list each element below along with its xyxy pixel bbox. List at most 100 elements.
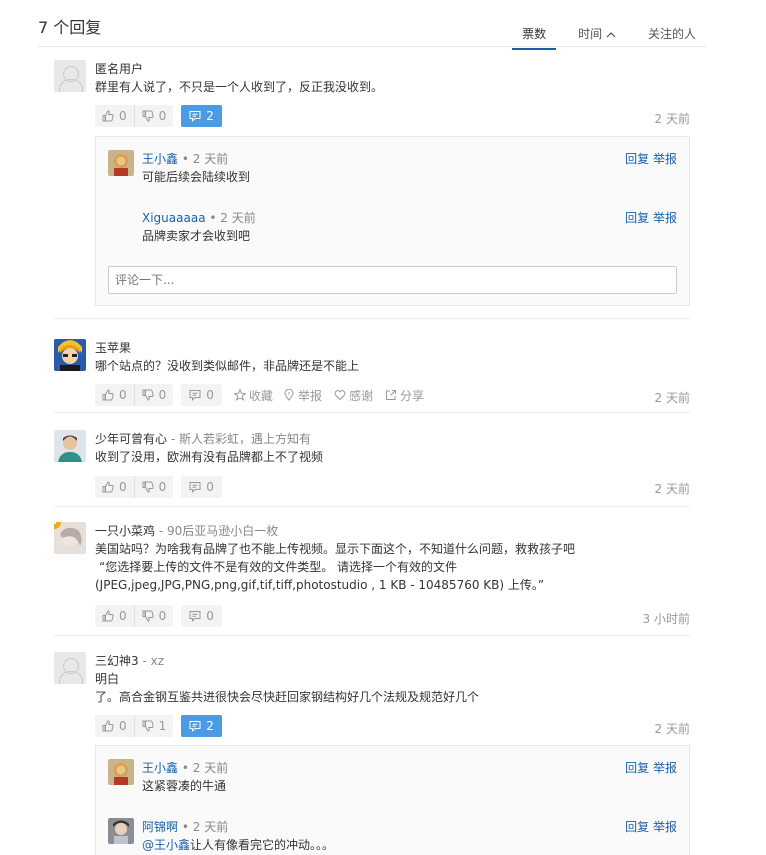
user-title: - 90后亚马逊小白一枚 [158,524,279,538]
comment-text: @王小鑫让人有像看完它的冲动。。。 [142,838,335,852]
upvote-button[interactable]: 0 [95,476,134,498]
answer-content: 群里有人说了，不只是一个人收到了，反正我没收到。 [95,80,384,94]
comment-text: 品牌卖家才会收到吧 [142,229,251,243]
comments-button[interactable]: 0 [181,605,222,627]
report-link[interactable]: 举报 [653,211,677,225]
comment-user-name[interactable]: 阿锦啊 [142,820,178,834]
answer-item: 三幻神3 - xz 明白 了。高合金钢互鉴共进很快会尽快赶回家钢结构好几个法规及… [54,652,690,855]
avatar[interactable] [108,150,134,176]
answer-item: 少年可曾有心 - 斯人若彩虹，遇上方知有 收到了没用，欧洲有没有品牌都上不了视频… [54,430,690,507]
answer-actions: 0 0 0 [95,605,222,627]
downvote-button[interactable]: 0 [133,105,174,127]
comment-icon [189,389,201,401]
upvote-button[interactable]: 0 [95,384,134,406]
user-name[interactable]: 玉苹果 [95,341,131,355]
comment-input[interactable] [108,266,677,294]
sort-tabs: 票数 时间 关注的人 [500,25,706,50]
downvote-button[interactable]: 0 [133,384,174,406]
answer-time: 2 天前 [654,112,690,126]
avatar[interactable] [108,759,134,785]
thanks-button[interactable]: 感谢 [334,387,373,404]
avatar[interactable] [54,430,86,462]
avatar[interactable] [54,652,86,684]
reply-link[interactable]: 回复 [625,820,649,834]
vote-group: 0 0 [95,476,174,498]
chevron-up-icon [606,27,616,41]
answers-header: 7 个回复 票数 时间 关注的人 [38,14,706,50]
downvote-button[interactable]: 0 [133,605,174,627]
comments-box: 王小鑫 • 2 天前 可能后续会陆续收到 回复 举报 Xiguaaaaa • 2… [95,136,690,306]
favorite-button[interactable]: 收藏 [234,387,273,404]
tab-time[interactable]: 时间 [568,25,626,50]
comment-user-name[interactable]: Xiguaaaaa [142,211,206,225]
reply-link[interactable]: 回复 [625,761,649,775]
vote-group: 0 0 [95,384,174,406]
answer-time: 2 天前 [654,722,690,736]
answer-content: 哪个站点的？没收到类似邮件，非品牌还是不能上 [95,359,360,373]
reply-link[interactable]: 回复 [625,152,649,166]
user-name[interactable]: 匿名用户 [95,62,143,76]
vote-group: 0 0 [95,605,174,627]
upvote-button[interactable]: 0 [95,605,134,627]
thumbs-up-icon [102,720,114,732]
comment-text: 这紧蓉凑的牛通 [142,779,227,793]
answer-time: 3 小时前 [642,612,690,626]
answer-actions: 0 1 2 [95,715,222,737]
reply-link[interactable]: 回复 [625,211,649,225]
comment-icon [189,720,201,732]
comment-icon [189,110,201,122]
comments-button[interactable]: 0 [181,384,222,406]
report-link[interactable]: 举报 [653,820,677,834]
downvote-button[interactable]: 1 [133,715,174,737]
avatar[interactable] [54,339,86,371]
comment-user-name[interactable]: 王小鑫 [142,152,178,166]
vote-group: 0 0 [95,105,174,127]
answer-time: 2 天前 [654,391,690,405]
user-title: - 斯人若彩虹，遇上方知有 [170,432,312,446]
answer-item: 玉苹果 哪个站点的？没收到类似邮件，非品牌还是不能上 0 0 0 收藏 举报 感… [54,339,690,413]
avatar[interactable]: V [54,522,86,554]
star-icon [234,389,246,401]
tab-following[interactable]: 关注的人 [638,25,706,50]
thumbs-up-icon [102,481,114,493]
tab-votes[interactable]: 票数 [512,25,557,50]
comments-button[interactable]: 0 [181,476,222,498]
downvote-button[interactable]: 0 [133,476,174,498]
comment-text: 可能后续会陆续收到 [142,170,251,184]
comment-item: 王小鑫 • 2 天前 这紧蓉凑的牛通 回复 举报 [108,759,677,799]
comment-user-name[interactable]: 王小鑫 [142,761,178,775]
comment-item: Xiguaaaaa • 2 天前 品牌卖家才会收到吧 回复 举报 [142,211,677,243]
report-icon [283,389,295,401]
report-button[interactable]: 举报 [283,387,322,404]
thumbs-down-icon [142,481,154,493]
comment-item: 阿锦啊 • 2 天前 @王小鑫让人有像看完它的冲动。。。 回复 举报 [108,818,677,855]
avatar[interactable] [108,818,134,844]
comments-button[interactable]: 2 [181,105,222,127]
vote-group: 0 1 [95,715,174,737]
heart-icon [334,389,346,401]
report-link[interactable]: 举报 [653,152,677,166]
share-button[interactable]: 分享 [385,387,424,404]
upvote-button[interactable]: 0 [95,715,134,737]
avatar[interactable] [54,60,86,92]
mention-link[interactable]: @王小鑫 [142,838,190,852]
comments-button[interactable]: 2 [181,715,222,737]
user-name[interactable]: 三幻神3 [95,654,139,668]
report-link[interactable]: 举报 [653,761,677,775]
answer-actions: 0 0 0 收藏 举报 感谢 分享 [95,384,424,406]
thumbs-down-icon [142,110,154,122]
comment-item: 王小鑫 • 2 天前 可能后续会陆续收到 回复 举报 [108,150,677,190]
answer-actions: 0 0 2 [95,105,222,127]
answer-count: 7 个回复 [38,18,102,37]
answer-content: 收到了没用，欧洲有没有品牌都上不了视频 [95,450,324,464]
upvote-button[interactable]: 0 [95,105,134,127]
answer-actions: 0 0 0 [95,476,222,498]
user-name[interactable]: 一只小菜鸡 [95,524,155,538]
user-name[interactable]: 少年可曾有心 [95,432,167,446]
share-icon [385,389,397,401]
thumbs-up-icon [102,610,114,622]
thumbs-up-icon [102,110,114,122]
thumbs-up-icon [102,389,114,401]
comment-icon [189,481,201,493]
comments-box: 王小鑫 • 2 天前 这紧蓉凑的牛通 回复 举报 阿锦啊 • 2 天前 @王小鑫… [95,745,690,855]
